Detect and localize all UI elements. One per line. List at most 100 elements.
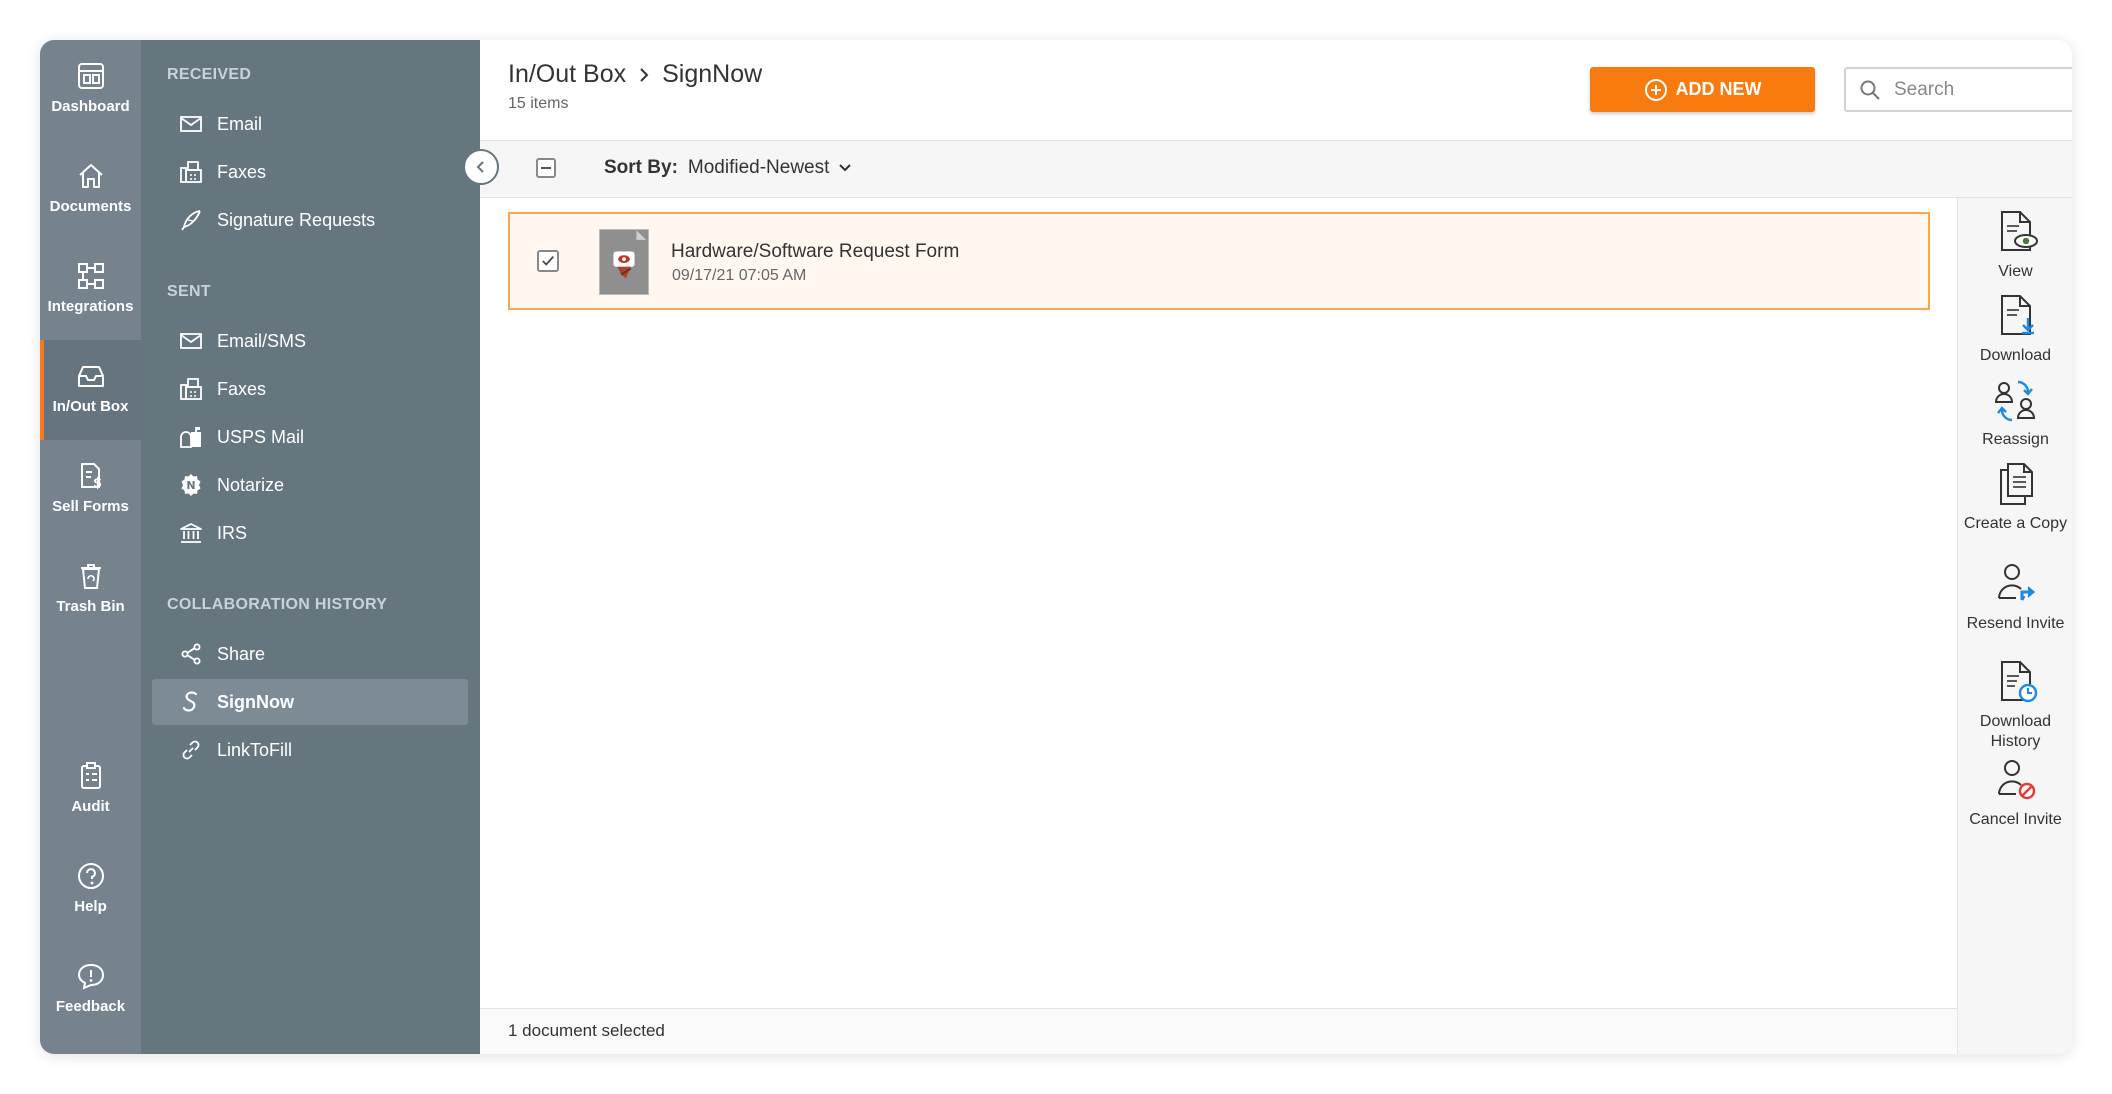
nav-audit[interactable]: Audit [40,740,141,840]
dashboard-icon [77,63,104,89]
list-toolbar: Sort By: Modified-Newest [480,140,2072,198]
collapse-panel-button[interactable] [463,149,499,185]
action-label: Resend Invite [1966,615,2065,632]
download-button[interactable]: Download [1958,292,2072,366]
cancel-invite-button[interactable]: Cancel Invite [1958,756,2072,830]
nav-label: Trash Bin [56,598,125,615]
select-all-checkbox[interactable] [536,158,556,178]
integrations-icon [77,263,104,289]
feather-pen-icon [181,210,201,231]
selection-status: 1 document selected [508,1021,665,1040]
actions-sidebar: View Download Reassign Create a Copy Res… [1957,198,2072,1054]
nav-feedback[interactable]: Feedback [40,940,141,1040]
folder-signnow[interactable]: SignNow [152,679,468,725]
chevron-right-icon [640,67,649,82]
nav-label: Audit [71,798,110,815]
document-row[interactable]: Hardware/Software Request Form 09/17/21 … [508,212,1930,310]
nav-label: In/Out Box [52,398,129,415]
folder-notarize[interactable]: N Notarize [152,462,468,508]
nav-label: Dashboard [51,98,130,115]
folder-label: Faxes [217,161,267,182]
folder-sent-email-sms[interactable]: Email/SMS [152,318,468,364]
breadcrumb-root[interactable]: In/Out Box [508,60,626,89]
reassign-users-icon [1994,380,2035,422]
folder-sent-faxes[interactable]: Faxes [152,366,468,412]
folder-usps-mail[interactable]: USPS Mail [152,414,468,460]
resend-invite-button[interactable]: Resend Invite [1958,560,2072,634]
action-label: Create a Copy [1963,515,2068,532]
copy-document-icon [1999,463,2033,505]
section-heading-sent: SENT [167,283,211,300]
fax-icon [180,161,202,183]
nav-integrations[interactable]: Integrations [40,240,141,340]
folder-label: Email/SMS [217,330,307,351]
folder-received-email[interactable]: Email [152,101,468,147]
folder-irs[interactable]: IRS [152,510,468,556]
nav-help[interactable]: Help [40,840,141,940]
notary-seal-icon: N [181,474,201,496]
resend-invite-icon [1997,564,2035,601]
folder-label: Email [217,113,263,134]
main-nav-rail: Dashboard Documents Integrations In/Out … [40,40,141,1054]
pdf-file-icon [613,230,647,279]
nav-documents[interactable]: Documents [40,140,141,240]
audit-icon [80,762,101,789]
folder-label: Signature Requests [217,209,376,230]
reassign-button[interactable]: Reassign [1958,376,2072,450]
folder-linktofill[interactable]: LinkToFill [152,727,468,773]
plus-circle-icon [1644,78,1667,101]
nav-trash-bin[interactable]: Trash Bin [40,540,141,640]
svg-text:N: N [186,479,195,492]
mailbox-icon [180,427,201,448]
add-new-button[interactable]: ADD NEW [1590,67,1815,112]
cancel-invite-icon [1997,760,2035,800]
section-heading-received: RECEIVED [167,66,252,83]
section-heading-collaboration: COLLABORATION HISTORY [167,596,388,613]
search-input[interactable] [1892,77,2072,102]
signnow-logo-icon [182,691,198,712]
folder-share[interactable]: Share [152,631,468,677]
svg-text:$: $ [93,476,102,491]
document-list: Hardware/Software Request Form 09/17/21 … [480,198,1957,998]
action-label: Download History [1979,713,2052,750]
action-label: Download [1979,347,2052,364]
item-count: 15 items [508,95,569,112]
chevron-left-icon [476,161,484,173]
folder-signature-requests[interactable]: Signature Requests [152,197,468,243]
envelope-icon [180,333,202,349]
breadcrumb-current: SignNow [662,60,763,88]
envelope-icon [180,116,202,132]
nav-dashboard[interactable]: Dashboard [40,40,141,140]
sort-dropdown[interactable]: Sort By: Modified-Newest [604,157,852,179]
document-checkbox[interactable] [537,250,559,272]
action-label: View [1998,263,2033,280]
create-copy-button[interactable]: Create a Copy [1958,460,2072,534]
document-history-icon [2000,661,2037,703]
folder-label: IRS [217,522,248,543]
breadcrumb: In/Out Box SignNow [508,60,762,89]
nav-sell-forms[interactable]: $ Sell Forms [40,440,141,540]
feedback-icon [77,963,104,990]
document-date: 09/17/21 07:05 AM [672,267,807,284]
status-bar: 1 document selected [480,1008,1957,1054]
checkmark-icon [542,256,554,266]
document-thumbnail [599,229,649,295]
sell-forms-icon: $ [80,463,102,491]
nav-label: Feedback [55,998,126,1015]
nav-label: Integrations [47,298,134,315]
action-label: Reassign [1982,431,2049,448]
folder-label: LinkToFill [217,739,293,760]
folder-received-faxes[interactable]: Faxes [152,149,468,195]
view-button[interactable]: View [1958,208,2072,282]
app-window: Dashboard Documents Integrations In/Out … [40,40,2072,1054]
help-icon [77,863,104,889]
add-new-label: ADD NEW [1675,79,1762,99]
nav-in-out-box[interactable]: In/Out Box [40,340,141,440]
bank-building-icon [180,523,202,543]
document-name: Hardware/Software Request Form [671,241,960,262]
sort-label: Sort By: [604,157,678,178]
download-history-button[interactable]: Download History [1958,658,2072,752]
action-label: Cancel Invite [1969,811,2062,828]
folder-label: SignNow [217,691,294,712]
trash-icon [80,564,101,589]
